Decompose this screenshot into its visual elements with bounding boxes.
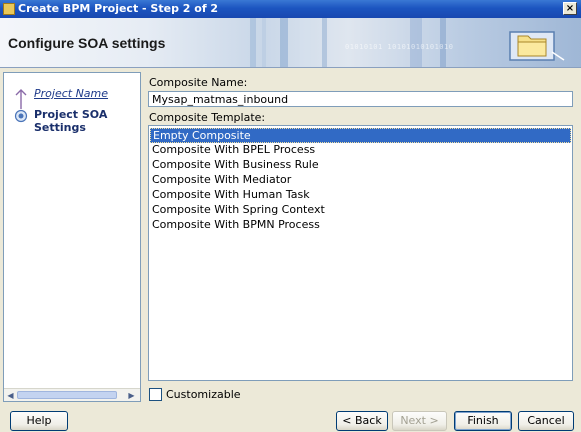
decorative-binary-text: 01010101 10101010101010	[345, 43, 454, 51]
composite-name-input[interactable]	[148, 91, 573, 107]
help-button[interactable]: Help	[10, 411, 68, 431]
list-item[interactable]: Composite With Human Task	[150, 188, 571, 203]
steps-pane: Project Name Project SOA Settings ◀ ▶	[3, 72, 141, 402]
list-item[interactable]: Composite With BPEL Process	[150, 143, 571, 158]
step-label: Project Name	[34, 87, 109, 100]
composite-template-label: Composite Template:	[149, 111, 266, 124]
app-icon	[3, 3, 15, 15]
customizable-checkbox[interactable]	[149, 388, 162, 401]
step-project-name[interactable]: Project Name	[4, 85, 140, 109]
cancel-button[interactable]: Cancel	[518, 411, 574, 431]
scroll-left-icon[interactable]: ◀	[5, 390, 16, 401]
list-item[interactable]: Composite With Spring Context	[150, 203, 571, 218]
scrollbar-thumb[interactable]	[17, 391, 117, 399]
customizable-label: Customizable	[166, 388, 241, 401]
step-project-soa-settings[interactable]: Project SOA Settings	[4, 106, 140, 134]
finish-button[interactable]: Finish	[454, 411, 512, 431]
step-label: Project SOA Settings	[34, 108, 108, 134]
title-bar: Create BPM Project - Step 2 of 2 ×	[0, 0, 581, 18]
list-item[interactable]: Composite With Business Rule	[150, 158, 571, 173]
folder-icon	[509, 31, 565, 61]
current-step-icon	[14, 109, 28, 123]
composite-name-label: Composite Name:	[149, 76, 248, 89]
back-button[interactable]: < Back	[336, 411, 388, 431]
next-button[interactable]: Next >	[392, 411, 447, 431]
close-button[interactable]: ×	[563, 2, 577, 15]
composite-template-list[interactable]: Empty Composite Composite With BPEL Proc…	[148, 125, 573, 381]
list-item[interactable]: Composite With BPMN Process	[150, 218, 571, 233]
wizard-header: Configure SOA settings 01010101 10101010…	[0, 18, 581, 68]
steps-horizontal-scrollbar[interactable]: ◀ ▶	[4, 388, 140, 401]
list-item[interactable]: Composite With Mediator	[150, 173, 571, 188]
scroll-right-icon[interactable]: ▶	[126, 390, 137, 401]
window-title: Create BPM Project - Step 2 of 2	[18, 2, 219, 15]
page-title: Configure SOA settings	[8, 35, 166, 51]
list-item[interactable]: Empty Composite	[150, 128, 571, 143]
